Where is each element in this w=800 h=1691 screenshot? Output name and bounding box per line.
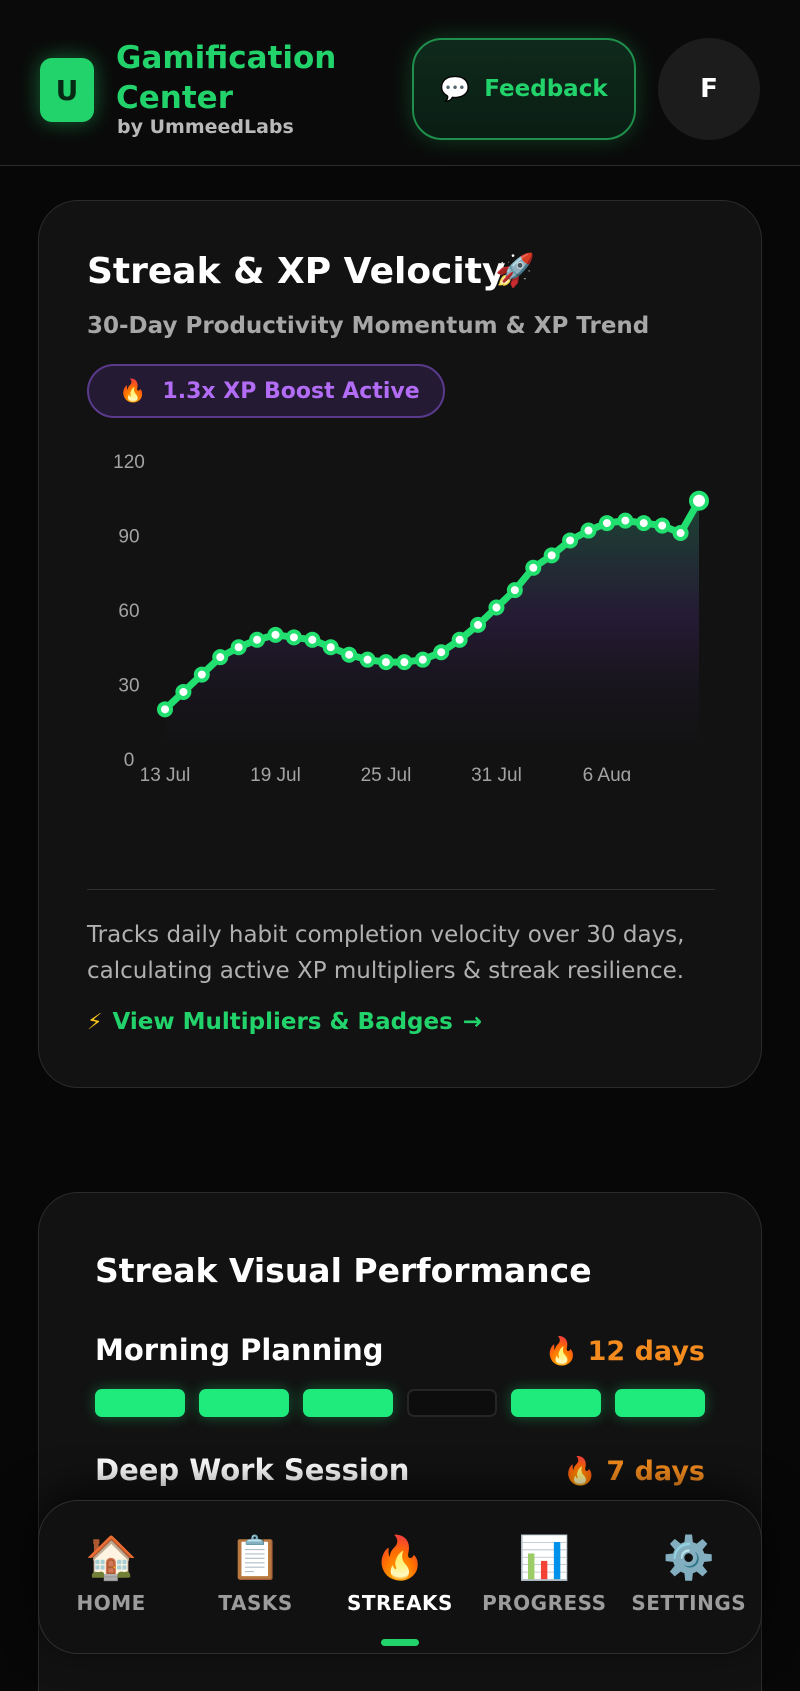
nav-item-tasks[interactable]: 📋 TASKS <box>188 1531 324 1615</box>
nav-item-home[interactable]: 🏠 HOME <box>43 1531 179 1615</box>
data-point[interactable] <box>285 629 302 646</box>
streak-day-bars <box>95 1389 705 1417</box>
data-point[interactable] <box>304 631 321 648</box>
data-point[interactable] <box>359 651 376 668</box>
xp-area <box>165 500 699 759</box>
data-point[interactable] <box>470 616 487 633</box>
y-tick-label: 0 <box>124 750 135 771</box>
data-point[interactable] <box>672 525 689 542</box>
nav-item-progress[interactable]: 📊 PROGRESS <box>476 1531 612 1615</box>
y-tick-label: 90 <box>118 527 139 548</box>
user-avatar[interactable]: F <box>658 38 760 140</box>
app-header: U Gamification Center by UmmeedLabs 💬 Fe… <box>0 0 800 166</box>
x-tick-label: 31 Jul <box>471 765 522 781</box>
nav-label: SETTINGS <box>631 1591 747 1615</box>
y-tick-label: 60 <box>118 601 139 622</box>
lightning-icon: ⚡ <box>87 1009 103 1035</box>
x-tick-label: 6 Aug <box>583 765 632 781</box>
velocity-description: Tracks daily habit completion velocity o… <box>87 922 685 984</box>
data-point[interactable] <box>377 654 394 671</box>
gear-icon: ⚙️ <box>662 1533 715 1582</box>
x-tick-label: 25 Jul <box>361 765 412 781</box>
data-point[interactable] <box>506 582 523 599</box>
data-point[interactable] <box>543 547 560 564</box>
nav-label: HOME <box>76 1591 146 1615</box>
data-point[interactable] <box>689 490 709 511</box>
streak-day-complete <box>199 1389 289 1417</box>
bar-chart-icon: 📊 <box>518 1533 571 1582</box>
data-point[interactable] <box>267 626 284 643</box>
data-point[interactable] <box>598 515 615 532</box>
house-icon: 🏠 <box>85 1533 138 1582</box>
fire-icon: 🔥 <box>373 1533 427 1582</box>
nav-item-streaks[interactable]: 🔥 STREAKS <box>332 1531 468 1646</box>
streak-count: 12 days <box>587 1336 705 1367</box>
streak-card-title: Streak Visual Performance <box>95 1251 592 1290</box>
streak-count: 7 days <box>606 1456 705 1487</box>
active-tab-indicator <box>380 1639 419 1646</box>
nav-label: STREAKS <box>346 1591 453 1615</box>
view-multipliers-link[interactable]: ⚡ View Multipliers & Badges → <box>87 1009 482 1035</box>
data-point[interactable] <box>525 559 542 576</box>
data-point[interactable] <box>617 512 634 529</box>
y-tick-label: 120 <box>113 452 145 473</box>
arrow-right-icon: → <box>462 1009 483 1035</box>
x-tick-label: 19 Jul <box>250 765 301 781</box>
nav-label: TASKS <box>218 1591 293 1615</box>
data-point[interactable] <box>193 666 210 683</box>
xp-boost-badge: 🔥 1.3x XP Boost Active <box>87 364 445 418</box>
rocket-icon: 🚀 <box>495 251 535 289</box>
app-page: U Gamification Center by UmmeedLabs 💬 Fe… <box>0 0 800 1691</box>
velocity-card: Streak & XP Velocity 🚀 30-Day Productivi… <box>38 200 762 1088</box>
x-tick-label: 13 Jul <box>140 765 191 781</box>
data-point[interactable] <box>562 532 579 549</box>
y-tick-label: 30 <box>118 676 139 697</box>
x-axis: 13 Jul 19 Jul 25 Jul 31 Jul 6 Aug <box>140 765 632 781</box>
data-point[interactable] <box>212 649 229 666</box>
app-title: Gamification Center <box>116 40 337 116</box>
app-subtitle: by UmmeedLabs <box>117 116 294 138</box>
data-point[interactable] <box>230 639 247 656</box>
habit-name: Deep Work Session <box>95 1453 410 1487</box>
habit-streak: 🔥 7 days <box>563 1455 705 1487</box>
app-logo[interactable]: U <box>40 58 94 122</box>
data-point[interactable] <box>654 517 671 534</box>
data-point[interactable] <box>175 683 192 700</box>
data-point[interactable] <box>635 515 652 532</box>
habit-streak: 🔥 12 days <box>545 1335 705 1367</box>
xp-velocity-chart: 0 30 60 90 120 13 Jul 19 Jul 25 Jul 31 Jul 6 Aug <box>113 452 709 781</box>
chat-bubble-icon: 💬 <box>440 75 471 103</box>
data-point[interactable] <box>433 644 450 661</box>
streak-day-complete <box>303 1389 393 1417</box>
data-point[interactable] <box>322 639 339 656</box>
streak-day-complete <box>95 1389 185 1417</box>
feedback-button[interactable]: 💬 Feedback <box>412 38 636 140</box>
data-point[interactable] <box>580 522 597 539</box>
streak-day-missed <box>407 1389 497 1417</box>
y-axis: 0 30 60 90 120 <box>113 452 145 771</box>
xp-boost-label: 1.3x XP Boost Active <box>162 378 420 404</box>
data-point[interactable] <box>488 599 505 616</box>
data-point[interactable] <box>341 646 358 663</box>
velocity-card-title: Streak & XP Velocity <box>87 251 506 292</box>
fire-icon: 🔥 <box>563 1456 598 1487</box>
feedback-label: Feedback <box>484 76 608 102</box>
streak-day-complete <box>511 1389 601 1417</box>
data-point[interactable] <box>451 631 468 648</box>
nav-item-settings[interactable]: ⚙️ SETTINGS <box>621 1531 757 1615</box>
data-point[interactable] <box>249 631 266 648</box>
data-point[interactable] <box>157 701 173 718</box>
fire-icon: 🔥 <box>119 378 147 404</box>
clipboard-icon: 📋 <box>229 1533 282 1582</box>
velocity-card-subtitle: 30-Day Productivity Momentum & XP Trend <box>87 313 650 339</box>
habit-name: Morning Planning <box>95 1333 384 1367</box>
nav-label: PROGRESS <box>482 1591 607 1615</box>
data-point[interactable] <box>396 654 413 671</box>
view-multipliers-label: View Multipliers & Badges <box>112 1009 453 1035</box>
data-point[interactable] <box>414 651 431 668</box>
fire-icon: 🔥 <box>544 1336 579 1367</box>
card-divider <box>87 889 715 890</box>
bottom-navigation: 🏠 HOME 📋 TASKS 🔥 STREAKS 📊 PROGRESS ⚙️ S… <box>38 1500 762 1654</box>
streak-day-complete <box>615 1389 705 1417</box>
